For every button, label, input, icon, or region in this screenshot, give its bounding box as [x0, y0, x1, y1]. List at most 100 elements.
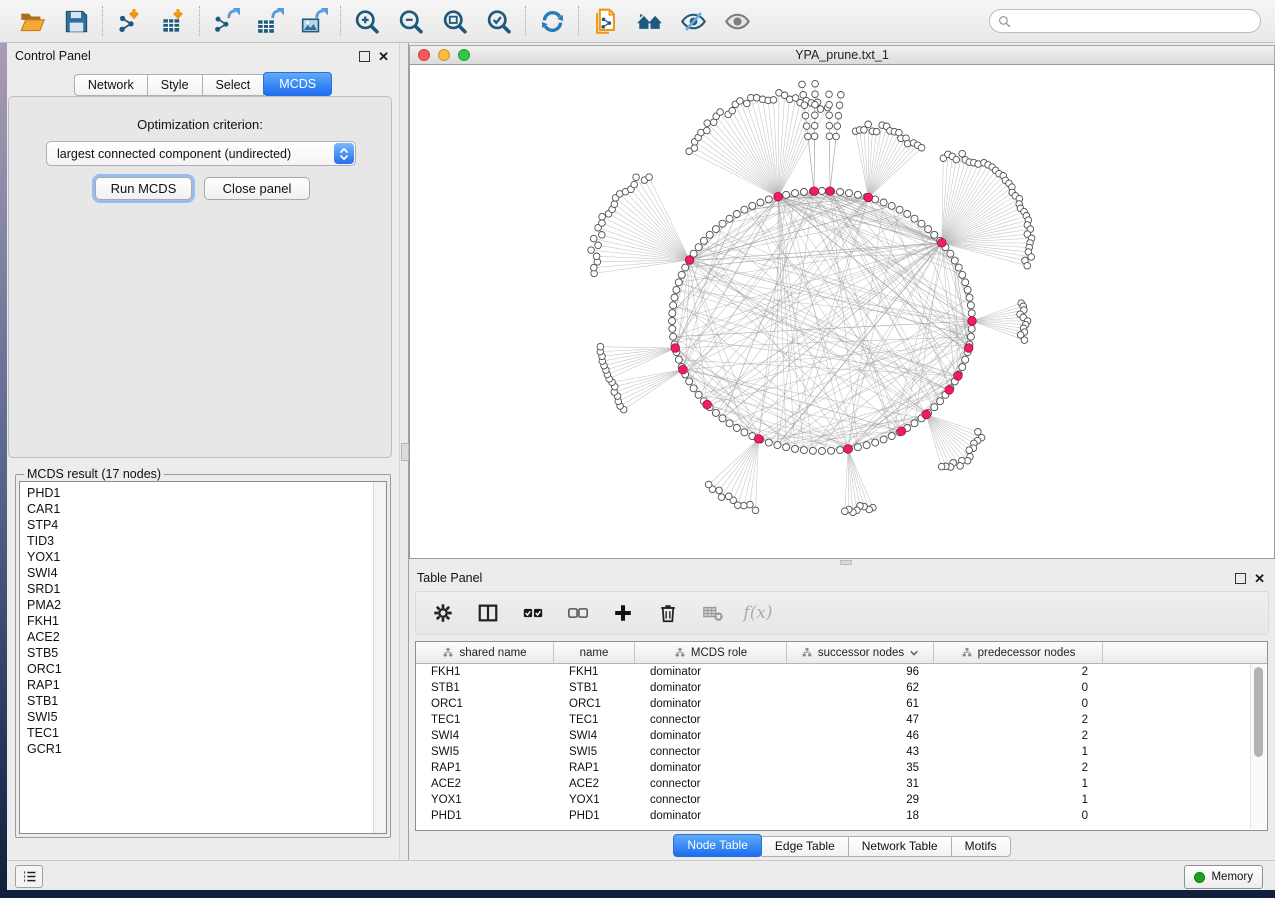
memory-button[interactable]: Memory — [1184, 865, 1263, 889]
table-cell[interactable]: 47 — [787, 712, 934, 728]
table-cell[interactable]: YOX1 — [416, 792, 554, 808]
table-cell[interactable]: SWI4 — [554, 728, 635, 744]
mcds-result-item[interactable]: TID3 — [20, 533, 386, 549]
table-cell[interactable]: connector — [635, 792, 787, 808]
close-table-panel-icon[interactable]: ✕ — [1254, 574, 1265, 583]
column-header-MCDS-role[interactable]: MCDS role — [635, 642, 787, 663]
delete-row-button[interactable] — [653, 598, 683, 628]
export-image-button[interactable] — [295, 4, 333, 38]
add-row-button[interactable] — [608, 598, 638, 628]
zoom-selected-button[interactable] — [480, 4, 518, 38]
table-cell[interactable]: SWI4 — [416, 728, 554, 744]
table-cell[interactable]: 1 — [934, 776, 1103, 792]
open-file-button[interactable] — [13, 4, 51, 38]
mcds-result-item[interactable]: SWI4 — [20, 565, 386, 581]
table-cell[interactable]: 2 — [934, 712, 1103, 728]
table-cell[interactable]: connector — [635, 776, 787, 792]
network-canvas[interactable] — [409, 65, 1275, 559]
table-cell[interactable]: YOX1 — [554, 792, 635, 808]
mcds-result-item[interactable]: PMA2 — [20, 597, 386, 613]
optimization-select[interactable]: largest connected component (undirected) — [46, 141, 356, 166]
table-cell[interactable]: dominator — [635, 696, 787, 712]
table-row[interactable]: TEC1TEC1connector472 — [416, 712, 1267, 728]
table-cell[interactable]: connector — [635, 744, 787, 760]
mcds-result-item[interactable]: SRD1 — [20, 581, 386, 597]
mcds-result-item[interactable]: ACE2 — [20, 629, 386, 645]
table-row[interactable]: ORC1ORC1dominator610 — [416, 696, 1267, 712]
table-cell[interactable]: ORC1 — [554, 696, 635, 712]
table-cell[interactable]: RAP1 — [416, 760, 554, 776]
tab-select[interactable]: Select — [202, 74, 265, 96]
table-cell[interactable]: STB1 — [554, 680, 635, 696]
close-panel-button[interactable]: Close panel — [204, 177, 310, 200]
table-cell[interactable]: ACE2 — [416, 776, 554, 792]
mcds-result-item[interactable]: CAR1 — [20, 501, 386, 517]
mcds-result-item[interactable]: TEC1 — [20, 725, 386, 741]
tab-style[interactable]: Style — [147, 74, 203, 96]
table-row[interactable]: SWI4SWI4dominator462 — [416, 728, 1267, 744]
table-cell[interactable]: 0 — [934, 696, 1103, 712]
mcds-result-item[interactable]: STB5 — [20, 645, 386, 661]
close-panel-icon[interactable]: ✕ — [378, 52, 389, 61]
zoom-in-button[interactable] — [348, 4, 386, 38]
zoom-out-button[interactable] — [392, 4, 430, 38]
table-cell[interactable]: 31 — [787, 776, 934, 792]
deselect-all-button[interactable] — [563, 598, 593, 628]
table-row[interactable]: PHD1PHD1dominator180 — [416, 808, 1267, 824]
tab-motifs[interactable]: Motifs — [951, 836, 1011, 857]
mcds-result-item[interactable]: STB1 — [20, 693, 386, 709]
tab-network-table[interactable]: Network Table — [848, 836, 952, 857]
mcds-result-item[interactable]: YOX1 — [20, 549, 386, 565]
tab-edge-table[interactable]: Edge Table — [761, 836, 849, 857]
settings-gear-button[interactable] — [428, 598, 458, 628]
mcds-list-scrollbar[interactable] — [373, 482, 386, 833]
table-cell[interactable]: connector — [635, 712, 787, 728]
table-cell[interactable]: RAP1 — [554, 760, 635, 776]
table-row[interactable]: STB1STB1dominator620 — [416, 680, 1267, 696]
column-header-successor-nodes[interactable]: successor nodes — [787, 642, 934, 663]
float-table-panel-icon[interactable] — [1235, 573, 1246, 584]
select-all-button[interactable] — [518, 598, 548, 628]
mcds-result-item[interactable]: RAP1 — [20, 677, 386, 693]
table-cell[interactable]: TEC1 — [416, 712, 554, 728]
table-cell[interactable]: PHD1 — [554, 808, 635, 824]
table-cell[interactable]: 18 — [787, 808, 934, 824]
table-cell[interactable]: 29 — [787, 792, 934, 808]
table-cell[interactable]: SWI5 — [416, 744, 554, 760]
table-row[interactable]: RAP1RAP1dominator352 — [416, 760, 1267, 776]
table-cell[interactable]: TEC1 — [554, 712, 635, 728]
table-cell[interactable]: 1 — [934, 744, 1103, 760]
import-table-button[interactable] — [154, 4, 192, 38]
show-panels-button[interactable] — [15, 865, 43, 888]
table-cell[interactable]: 1 — [934, 792, 1103, 808]
network-from-file-button[interactable] — [586, 4, 624, 38]
hide-panel-eye-button[interactable] — [674, 4, 712, 38]
table-cell[interactable]: 35 — [787, 760, 934, 776]
column-header-predecessor-nodes[interactable]: predecessor nodes — [934, 642, 1103, 663]
zoom-fit-button[interactable] — [436, 4, 474, 38]
export-network-button[interactable] — [207, 4, 245, 38]
mcds-result-item[interactable]: PHD1 — [20, 485, 386, 501]
table-cell[interactable]: 43 — [787, 744, 934, 760]
mcds-result-item[interactable]: ORC1 — [20, 661, 386, 677]
vertical-splitter[interactable] — [399, 43, 409, 860]
table-row[interactable]: YOX1YOX1connector291 — [416, 792, 1267, 808]
save-session-button[interactable] — [57, 4, 95, 38]
table-cell[interactable]: dominator — [635, 760, 787, 776]
network-graph[interactable] — [410, 65, 1274, 557]
houses-button[interactable] — [630, 4, 668, 38]
tab-node-table[interactable]: Node Table — [673, 834, 762, 857]
table-cell[interactable]: ACE2 — [554, 776, 635, 792]
mcds-result-item[interactable]: STP4 — [20, 517, 386, 533]
table-cell[interactable]: 96 — [787, 664, 934, 680]
import-network-button[interactable] — [110, 4, 148, 38]
run-mcds-button[interactable]: Run MCDS — [95, 177, 192, 200]
table-row[interactable]: SWI5SWI5connector431 — [416, 744, 1267, 760]
column-layout-button[interactable] — [473, 598, 503, 628]
search-input[interactable] — [1016, 13, 1252, 29]
table-cell[interactable]: FKH1 — [416, 664, 554, 680]
table-cell[interactable]: PHD1 — [416, 808, 554, 824]
mcds-result-item[interactable]: GCR1 — [20, 741, 386, 757]
float-window-icon[interactable] — [359, 51, 370, 62]
table-cell[interactable]: STB1 — [416, 680, 554, 696]
